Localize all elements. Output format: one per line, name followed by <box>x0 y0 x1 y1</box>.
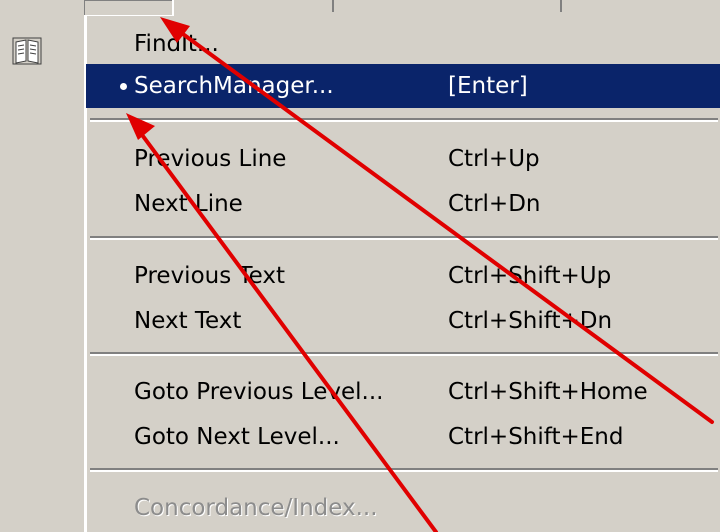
menu-item-next-line[interactable]: Next Line Ctrl+Dn <box>86 182 720 226</box>
menu-divider <box>90 118 718 122</box>
menu-item-searchmanager[interactable]: SearchManager... [Enter] <box>86 64 720 108</box>
menu-item-previous-text[interactable]: Previous Text Ctrl+Shift+Up <box>86 254 720 298</box>
menu-item-label: Concordance/Index... <box>134 495 378 521</box>
menu-item-shortcut: Ctrl+Shift+Up <box>448 263 612 289</box>
menu-item-next-text[interactable]: Next Text Ctrl+Shift+Dn <box>86 299 720 343</box>
menu-divider <box>90 352 718 356</box>
menu-item-shortcut: Ctrl+Shift+Home <box>448 379 648 405</box>
menu-item-concordance-index: Concordance/Index... <box>86 486 720 530</box>
bullet-icon <box>120 83 127 90</box>
menu-item-label: Goto Next Level... <box>134 424 340 450</box>
menu-item-label: Next Line <box>134 191 243 217</box>
menu-item-label: Previous Line <box>134 146 287 172</box>
menu-bar-active-item[interactable] <box>84 0 174 17</box>
menu-item-shortcut: Ctrl+Shift+End <box>448 424 624 450</box>
menu-divider <box>90 468 718 472</box>
menu-bar-separator <box>560 0 562 12</box>
dropdown-menu: FindIt... SearchManager... [Enter] Previ… <box>84 16 720 532</box>
menu-bar <box>0 0 720 17</box>
menu-item-label: Goto Previous Level... <box>134 379 384 405</box>
menu-item-shortcut: Ctrl+Up <box>448 146 540 172</box>
menu-item-label: SearchManager... <box>134 73 334 99</box>
menu-divider <box>90 236 718 240</box>
menu-item-goto-next-level[interactable]: Goto Next Level... Ctrl+Shift+End <box>86 415 720 459</box>
menu-item-shortcut: Ctrl+Shift+Dn <box>448 308 613 334</box>
left-toolbar <box>0 16 84 532</box>
menu-item-label: FindIt... <box>134 31 219 57</box>
menu-bar-separator <box>332 0 334 12</box>
menu-item-label: Previous Text <box>134 263 286 289</box>
menu-item-shortcut: Ctrl+Dn <box>448 191 541 217</box>
menu-item-shortcut: [Enter] <box>448 73 528 99</box>
menu-item-findit[interactable]: FindIt... <box>86 22 720 66</box>
menu-item-previous-line[interactable]: Previous Line Ctrl+Up <box>86 137 720 181</box>
book-icon[interactable] <box>12 36 42 66</box>
menu-item-label: Next Text <box>134 308 242 334</box>
menu-item-goto-previous-level[interactable]: Goto Previous Level... Ctrl+Shift+Home <box>86 370 720 414</box>
